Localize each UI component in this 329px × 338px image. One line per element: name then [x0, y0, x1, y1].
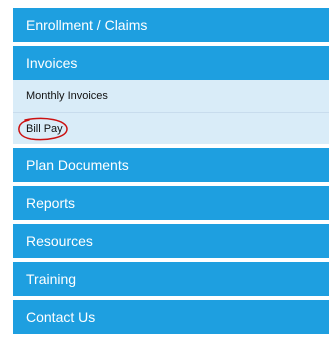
submenu-item-monthly-invoices[interactable]: Monthly Invoices [13, 80, 329, 112]
sidebar-menu: Enrollment / Claims Invoices Monthly Inv… [13, 8, 329, 338]
menu-item-resources[interactable]: Resources [13, 224, 329, 258]
invoices-submenu: Monthly Invoices Bill Pay [13, 80, 329, 144]
menu-item-invoices[interactable]: Invoices [13, 46, 329, 80]
menu-item-contact-us[interactable]: Contact Us [13, 300, 329, 334]
submenu-item-bill-pay[interactable]: Bill Pay [13, 112, 329, 144]
menu-item-plan-documents[interactable]: Plan Documents [13, 148, 329, 182]
menu-item-enrollment-claims[interactable]: Enrollment / Claims [13, 8, 329, 42]
bill-pay-label: Bill Pay [26, 123, 63, 135]
menu-item-reports[interactable]: Reports [13, 186, 329, 220]
menu-item-training[interactable]: Training [13, 262, 329, 296]
